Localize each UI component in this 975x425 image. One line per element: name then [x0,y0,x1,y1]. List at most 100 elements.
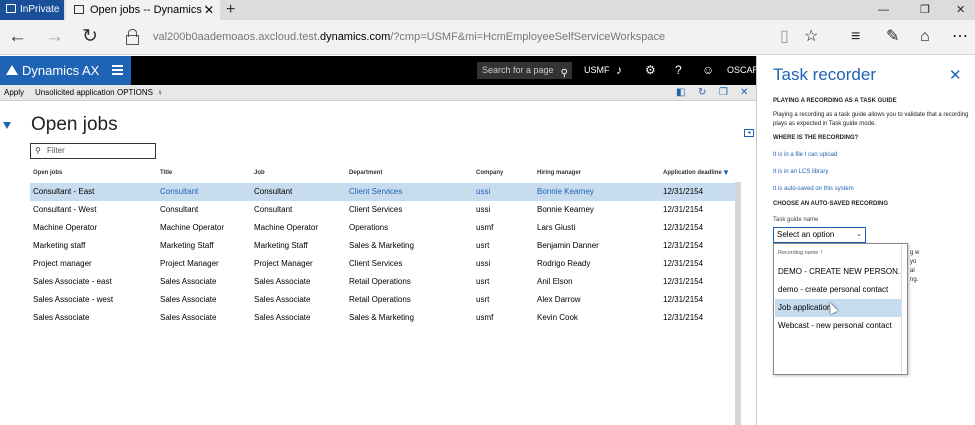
tab-close-icon[interactable]: ✕ [204,0,214,20]
share-icon[interactable]: ⌂ [920,27,930,47]
table-cell: Marketing Staff [254,241,308,250]
table-row[interactable]: Machine Operator Machine Operator Machine … [30,219,735,237]
lcs-library-link[interactable]: It is in an LCS library [773,169,828,175]
table-cell: Sales Associate [254,277,311,286]
app-logo[interactable]: Dynamics AX [0,56,131,85]
column-header[interactable]: Application deadline [663,170,722,176]
table-row[interactable]: Project manager Project Manager Project Ma… [30,255,735,273]
table-row[interactable]: Sales Associate - east Sales Associate Sal… [30,273,735,291]
apply-button[interactable]: Apply [4,85,24,101]
table-row[interactable]: Consultant - East Consultant Consultant Cli… [30,183,735,201]
table-cell: Marketing Staff [160,241,214,250]
table-cell: Consultant [254,187,293,196]
recording-option[interactable]: DEMO - CREATE NEW PERSON... [775,263,901,281]
dropdown-column-header[interactable]: Recording name ↑ [778,249,823,256]
minimize-button[interactable]: — [878,0,889,20]
new-tab-button[interactable]: + [226,0,235,19]
recording-option-highlighted[interactable]: Job application [775,299,901,317]
search-icon[interactable]: ⚲ [561,65,568,82]
forward-button[interactable]: → [45,26,64,48]
factbox-toggle-icon[interactable]: ◂ [744,129,754,137]
table-cell: Bonnie Kearney [537,187,594,196]
action-pane: Apply Unsolicited application OPTIONS ♀ … [0,85,756,101]
table-cell: 12/31/2154 [663,205,704,214]
column-header[interactable]: Hiring manager [537,170,581,176]
back-button[interactable]: ← [8,26,27,48]
lightbulb-icon[interactable]: ♀ [157,85,163,101]
column-header[interactable]: Open jobs [33,170,62,176]
panel-close-icon[interactable]: ✕ [949,66,962,84]
table-cell: Sales Associate [160,277,217,286]
dropdown-scrollbar[interactable] [901,244,907,374]
recording-option[interactable]: Webcast - new personal contact [775,317,901,335]
help-icon[interactable]: ? [675,56,682,85]
table-cell: Machine Operator [33,223,98,232]
table-cell: Benjamin Danner [537,241,599,250]
task-guide-select[interactable]: Select an option ⌄ [773,227,866,243]
column-header[interactable]: Job [254,170,265,176]
refresh-page-icon[interactable]: ↻ [698,85,706,101]
table-cell: Marketing staff [33,241,86,250]
company-picker[interactable]: USMF [584,56,610,85]
table-cell: Consultant [160,187,199,196]
task-recorder-title: Task recorder [773,65,876,84]
table-cell: 12/31/2154 [663,259,704,268]
reading-view-icon[interactable]: ▯ [780,27,789,47]
filter-placeholder: Filter [47,146,65,155]
favorite-star-icon[interactable]: ☆ [804,27,818,47]
grid-header: Open jobs Title Job Department Company H… [0,168,735,182]
table-cell: Anil Elson [537,277,573,286]
section-playing-heading: PLAYING A RECORDING AS A TASK GUIDE [773,98,897,104]
section-choose-heading: CHOOSE AN AUTO-SAVED RECORDING [773,201,889,207]
refresh-button[interactable]: ↻ [82,26,98,48]
table-cell: 12/31/2154 [663,187,704,196]
app-name: Dynamics AX [22,63,100,78]
inprivate-badge: InPrivate [0,0,64,20]
gear-icon[interactable]: ⚙ [645,56,656,85]
column-header[interactable]: Title [160,170,172,176]
table-cell: Retail Operations [349,277,411,286]
table-cell: Sales Associate - west [33,295,114,304]
filter-search-icon: ⚲ [35,146,41,155]
table-row[interactable]: Sales Associate - west Sales Associate Sal… [30,291,735,309]
chevron-down-icon: ⌄ [856,231,862,238]
recording-option[interactable]: demo - create personal contact [775,281,901,299]
table-cell: Consultant - West [33,205,97,214]
bell-icon[interactable]: ♪ [616,56,622,85]
sort-arrow-icon: ↑ [819,249,824,256]
options-tab[interactable]: OPTIONS [117,85,153,101]
table-cell: Machine Operator [160,223,225,232]
column-header[interactable]: Department [349,170,382,176]
scrollbar-thumb[interactable] [735,182,741,425]
web-note-icon[interactable]: ✎ [886,27,899,47]
table-cell: Sales Associate [160,295,217,304]
window-close-button[interactable]: ✕ [956,0,965,20]
filter-pane-icon[interactable] [3,122,11,129]
hamburger-menu-icon[interactable] [112,65,123,75]
unsolicited-application-button[interactable]: Unsolicited application [35,85,115,101]
auto-saved-link[interactable]: It is auto-saved on this system [773,186,854,192]
table-row[interactable]: Marketing staff Marketing Staff Marketing … [30,237,735,255]
table-cell: Rodrigo Ready [537,259,591,268]
sort-filter-icon[interactable]: ▼ [722,168,730,177]
restore-button[interactable]: ❐ [920,0,930,20]
table-cell: Operations [349,223,389,232]
open-new-window-icon[interactable]: ❐ [719,85,728,101]
close-page-icon[interactable]: ✕ [740,85,748,101]
page-search-input[interactable]: Search for a page ⚲ [477,62,572,79]
url-field[interactable]: val200b0aademoaos.axcloud.test.dynamics.… [153,31,665,43]
user-name[interactable]: OSCAR [727,56,759,85]
column-header[interactable]: Company [476,170,503,176]
smiley-icon[interactable]: ☺ [702,56,714,85]
table-row[interactable]: Sales Associate Sales Associate Sales Asso… [30,309,735,327]
table-row[interactable]: Consultant - West Consultant Consultant Cli… [30,201,735,219]
office-icon[interactable]: ◧ [676,85,685,101]
more-icon[interactable]: ⋯ [952,27,968,47]
app-navbar: Dynamics AX Search for a page ⚲ USMF ♪ ⚙… [0,56,759,85]
browser-tab[interactable]: Open jobs -- Dynamics ' ✕ [66,0,220,20]
grid-scrollbar[interactable] [735,182,741,425]
hub-icon[interactable]: ≡ [851,27,860,47]
filter-input[interactable]: ⚲ Filter [30,143,156,159]
file-upload-link[interactable]: It is in a file I can upload [773,152,837,158]
table-cell: Project Manager [254,259,313,268]
